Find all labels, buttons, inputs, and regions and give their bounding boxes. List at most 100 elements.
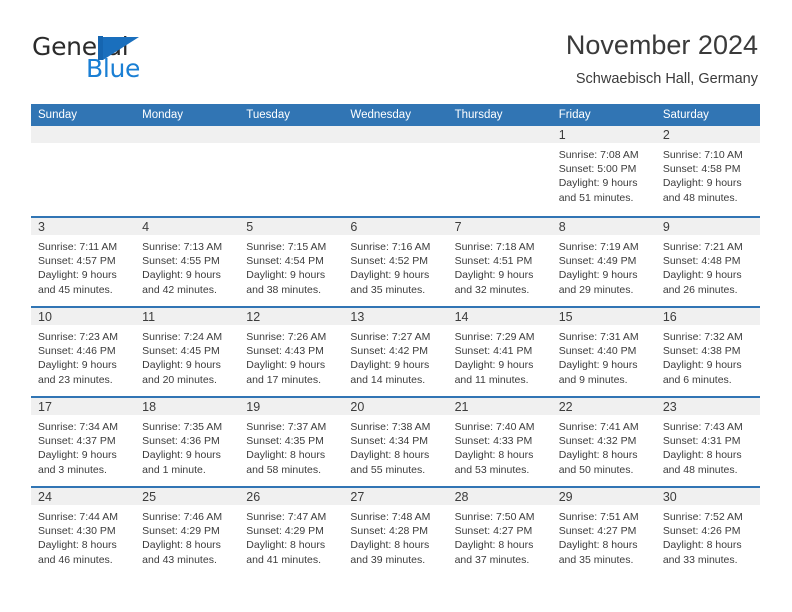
day-detail: Sunrise: 7:15 AM Sunset: 4:54 PM Daylight:… — [239, 235, 343, 297]
day-cell[interactable]: 9 Sunrise: 7:21 AM Sunset: 4:48 PM Daylight… — [655, 218, 760, 306]
day-cell[interactable]: 10 Sunrise: 7:23 AM Sunset: 4:46 PM Dayligh… — [31, 308, 136, 396]
day-number: 11 — [142, 310, 156, 324]
day-number-band: 7 — [447, 218, 552, 235]
sunset-text: Sunset: 4:37 PM — [38, 435, 116, 448]
day-detail: Sunrise: 7:46 AM Sunset: 4:29 PM Daylight:… — [135, 505, 239, 567]
day-cell[interactable]: 3 Sunrise: 7:11 AM Sunset: 4:57 PM Daylight… — [31, 218, 136, 306]
daylight-text: Daylight: 8 hours and 55 minutes. — [350, 449, 430, 476]
day-cell[interactable]: 17 Sunrise: 7:34 AM Sunset: 4:37 PM Dayligh… — [31, 398, 136, 486]
day-detail: Sunrise: 7:35 AM Sunset: 4:36 PM Daylight:… — [135, 415, 239, 477]
sunset-text: Sunset: 4:29 PM — [246, 525, 324, 538]
day-cell[interactable]: 13 Sunrise: 7:27 AM Sunset: 4:42 PM Dayligh… — [343, 308, 448, 396]
day-detail: Sunrise: 7:29 AM Sunset: 4:41 PM Daylight:… — [448, 325, 552, 387]
day-cell[interactable]: 7 Sunrise: 7:18 AM Sunset: 4:51 PM Daylight… — [447, 218, 552, 306]
sunrise-text: Sunrise: 7:18 AM — [454, 241, 535, 253]
daylight-text: Daylight: 8 hours and 33 minutes. — [662, 539, 742, 566]
day-number-band: 11 — [135, 308, 240, 325]
day-cell[interactable]: 14 Sunrise: 7:29 AM Sunset: 4:41 PM Dayligh… — [447, 308, 552, 396]
day-number-band: 29 — [551, 488, 656, 505]
day-cell[interactable]: 18 Sunrise: 7:35 AM Sunset: 4:36 PM Dayligh… — [135, 398, 240, 486]
day-cell[interactable]: 22 Sunrise: 7:41 AM Sunset: 4:32 PM Dayligh… — [551, 398, 656, 486]
day-number-band: 1 — [551, 126, 656, 143]
sunset-text: Sunset: 4:46 PM — [38, 345, 116, 358]
sunrise-text: Sunrise: 7:38 AM — [350, 421, 431, 433]
day-number-band — [447, 126, 552, 143]
sunset-text: Sunset: 4:31 PM — [662, 435, 741, 448]
daylight-text: Daylight: 9 hours and 26 minutes. — [662, 269, 742, 296]
sunset-text: Sunset: 4:33 PM — [454, 435, 533, 448]
day-cell[interactable]: 16 Sunrise: 7:32 AM Sunset: 4:38 PM Dayligh… — [655, 308, 760, 396]
day-cell[interactable]: 8 Sunrise: 7:19 AM Sunset: 4:49 PM Daylight… — [551, 218, 656, 306]
day-detail: Sunrise: 7:44 AM Sunset: 4:30 PM Daylight:… — [31, 505, 135, 567]
day-cell[interactable]: 5 Sunrise: 7:15 AM Sunset: 4:54 PM Daylight… — [239, 218, 344, 306]
daylight-text: Daylight: 9 hours and 35 minutes. — [350, 269, 430, 296]
day-detail: Sunrise: 7:32 AM Sunset: 4:38 PM Daylight:… — [656, 325, 760, 387]
calendar-week-row: 24 Sunrise: 7:44 AM Sunset: 4:30 PM Dayligh… — [31, 486, 760, 576]
day-detail: Sunrise: 7:26 AM Sunset: 4:43 PM Daylight:… — [239, 325, 343, 387]
day-cell[interactable]: 30 Sunrise: 7:52 AM Sunset: 4:26 PM Dayligh… — [655, 488, 760, 576]
day-cell[interactable]: 12 Sunrise: 7:26 AM Sunset: 4:43 PM Dayligh… — [239, 308, 344, 396]
day-cell[interactable]: 21 Sunrise: 7:40 AM Sunset: 4:33 PM Dayligh… — [447, 398, 552, 486]
sunrise-text: Sunrise: 7:34 AM — [38, 421, 118, 433]
calendar-page: General Blue November 2024 Schwaebisch H… — [0, 0, 792, 612]
daylight-text: Daylight: 9 hours and 17 minutes. — [246, 359, 326, 386]
day-number-band: 17 — [31, 398, 136, 415]
day-number: 13 — [350, 310, 365, 324]
day-number: 14 — [454, 310, 469, 324]
calendar-grid: Sunday Monday Tuesday Wednesday Thursday Frid… — [31, 104, 760, 576]
day-number: 26 — [246, 490, 261, 504]
day-number-band: 3 — [31, 218, 136, 235]
day-cell[interactable]: 27 Sunrise: 7:48 AM Sunset: 4:28 PM Dayligh… — [343, 488, 448, 576]
weekday-header-row: Sunday Monday Tuesday Wednesday Thursday Frid… — [31, 104, 760, 126]
sunset-text: Sunset: 4:41 PM — [454, 345, 533, 358]
sunrise-text: Sunrise: 7:31 AM — [558, 331, 639, 343]
day-number: 27 — [350, 490, 365, 504]
day-number: 30 — [662, 490, 677, 504]
day-cell[interactable]: 19 Sunrise: 7:37 AM Sunset: 4:35 PM Dayligh… — [239, 398, 344, 486]
sunset-text: Sunset: 4:26 PM — [662, 525, 741, 538]
day-number-band: 10 — [31, 308, 136, 325]
day-cell[interactable]: 25 Sunrise: 7:46 AM Sunset: 4:29 PM Dayligh… — [135, 488, 240, 576]
sunrise-text: Sunrise: 7:24 AM — [142, 331, 223, 343]
daylight-text: Daylight: 8 hours and 48 minutes. — [662, 449, 742, 476]
sunrise-text: Sunrise: 7:10 AM — [662, 149, 743, 161]
day-cell[interactable]: 28 Sunrise: 7:50 AM Sunset: 4:27 PM Dayligh… — [447, 488, 552, 576]
calendar-week-row: 3 Sunrise: 7:11 AM Sunset: 4:57 PM Daylight… — [31, 216, 760, 306]
sunset-text: Sunset: 4:34 PM — [350, 435, 429, 448]
daylight-text: Daylight: 9 hours and 48 minutes. — [662, 177, 742, 204]
sunrise-text: Sunrise: 7:21 AM — [662, 241, 743, 253]
day-cell[interactable]: 11 Sunrise: 7:24 AM Sunset: 4:45 PM Dayligh… — [135, 308, 240, 396]
day-number: 22 — [558, 400, 573, 414]
day-number: 15 — [558, 310, 573, 324]
sunrise-text: Sunrise: 7:46 AM — [142, 511, 223, 523]
day-cell[interactable]: 29 Sunrise: 7:51 AM Sunset: 4:27 PM Dayligh… — [551, 488, 656, 576]
sunset-text: Sunset: 4:32 PM — [558, 435, 637, 448]
sunrise-text: Sunrise: 7:16 AM — [350, 241, 431, 253]
day-number: 4 — [142, 220, 150, 234]
day-number-band: 28 — [447, 488, 552, 505]
day-cell[interactable]: 6 Sunrise: 7:16 AM Sunset: 4:52 PM Daylight… — [343, 218, 448, 306]
daylight-text: Daylight: 8 hours and 43 minutes. — [142, 539, 221, 566]
sunrise-text: Sunrise: 7:51 AM — [558, 511, 639, 523]
day-number: 3 — [38, 220, 45, 234]
day-cell-empty — [31, 126, 136, 216]
day-cell[interactable]: 4 Sunrise: 7:13 AM Sunset: 4:55 PM Daylight… — [135, 218, 240, 306]
day-detail: Sunrise: 7:51 AM Sunset: 4:27 PM Daylight:… — [552, 505, 656, 567]
day-detail: Sunrise: 7:23 AM Sunset: 4:46 PM Daylight:… — [31, 325, 135, 387]
day-cell[interactable]: 2 Sunrise: 7:10 AM Sunset: 4:58 PM Daylight… — [655, 126, 760, 216]
day-detail: Sunrise: 7:11 AM Sunset: 4:57 PM Daylight:… — [31, 235, 135, 297]
day-cell[interactable]: 20 Sunrise: 7:38 AM Sunset: 4:34 PM Dayligh… — [343, 398, 448, 486]
day-number-band: 8 — [551, 218, 656, 235]
day-cell[interactable]: 15 Sunrise: 7:31 AM Sunset: 4:40 PM Dayligh… — [551, 308, 656, 396]
day-cell[interactable]: 1 Sunrise: 7:08 AM Sunset: 5:00 PM Daylight… — [551, 126, 656, 216]
brand-logo[interactable]: General Blue — [32, 34, 252, 90]
day-detail: Sunrise: 7:50 AM Sunset: 4:27 PM Daylight:… — [448, 505, 552, 567]
day-cell[interactable]: 23 Sunrise: 7:43 AM Sunset: 4:31 PM Dayligh… — [655, 398, 760, 486]
sunrise-text: Sunrise: 7:32 AM — [662, 331, 743, 343]
weekday-header-friday: Friday — [558, 109, 591, 121]
day-cell[interactable]: 24 Sunrise: 7:44 AM Sunset: 4:30 PM Dayligh… — [31, 488, 136, 576]
day-number: 2 — [662, 128, 670, 142]
day-number-band: 9 — [655, 218, 760, 235]
day-cell[interactable]: 26 Sunrise: 7:47 AM Sunset: 4:29 PM Dayligh… — [239, 488, 344, 576]
daylight-text: Daylight: 9 hours and 1 minute. — [142, 449, 221, 476]
